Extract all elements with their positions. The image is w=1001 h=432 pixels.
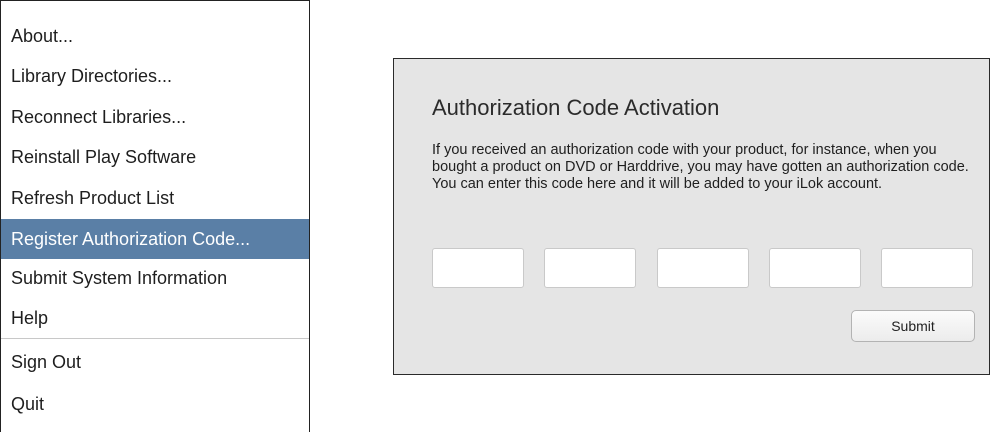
menu-item-register-authorization-code[interactable]: Register Authorization Code... [1,219,309,259]
panel-title: Authorization Code Activation [432,95,720,120]
code-field-1[interactable] [432,248,524,288]
menu-item-refresh-product-list[interactable]: Refresh Product List [1,178,309,218]
menu-item-about[interactable]: About... [1,16,309,56]
submit-button[interactable]: Submit [851,310,975,342]
panel-description: If you received an authorization code wi… [432,142,969,192]
code-field-3[interactable] [657,248,749,288]
authorization-panel: Authorization Code Activation If you rec… [393,58,990,375]
menu-item-reinstall-play-software[interactable]: Reinstall Play Software [1,137,309,177]
menu-item-library-directories[interactable]: Library Directories... [1,56,309,96]
code-field-5[interactable] [881,248,973,288]
code-field-4[interactable] [769,248,861,288]
menu-item-submit-system-information[interactable]: Submit System Information [1,258,309,298]
menu-separator [1,338,309,339]
menu-item-quit[interactable]: Quit [1,384,309,424]
context-menu: About... Library Directories... Reconnec… [0,0,310,432]
menu-item-reconnect-libraries[interactable]: Reconnect Libraries... [1,97,309,137]
code-field-2[interactable] [544,248,636,288]
menu-item-help[interactable]: Help [1,298,309,338]
menu-item-sign-out[interactable]: Sign Out [1,342,309,382]
